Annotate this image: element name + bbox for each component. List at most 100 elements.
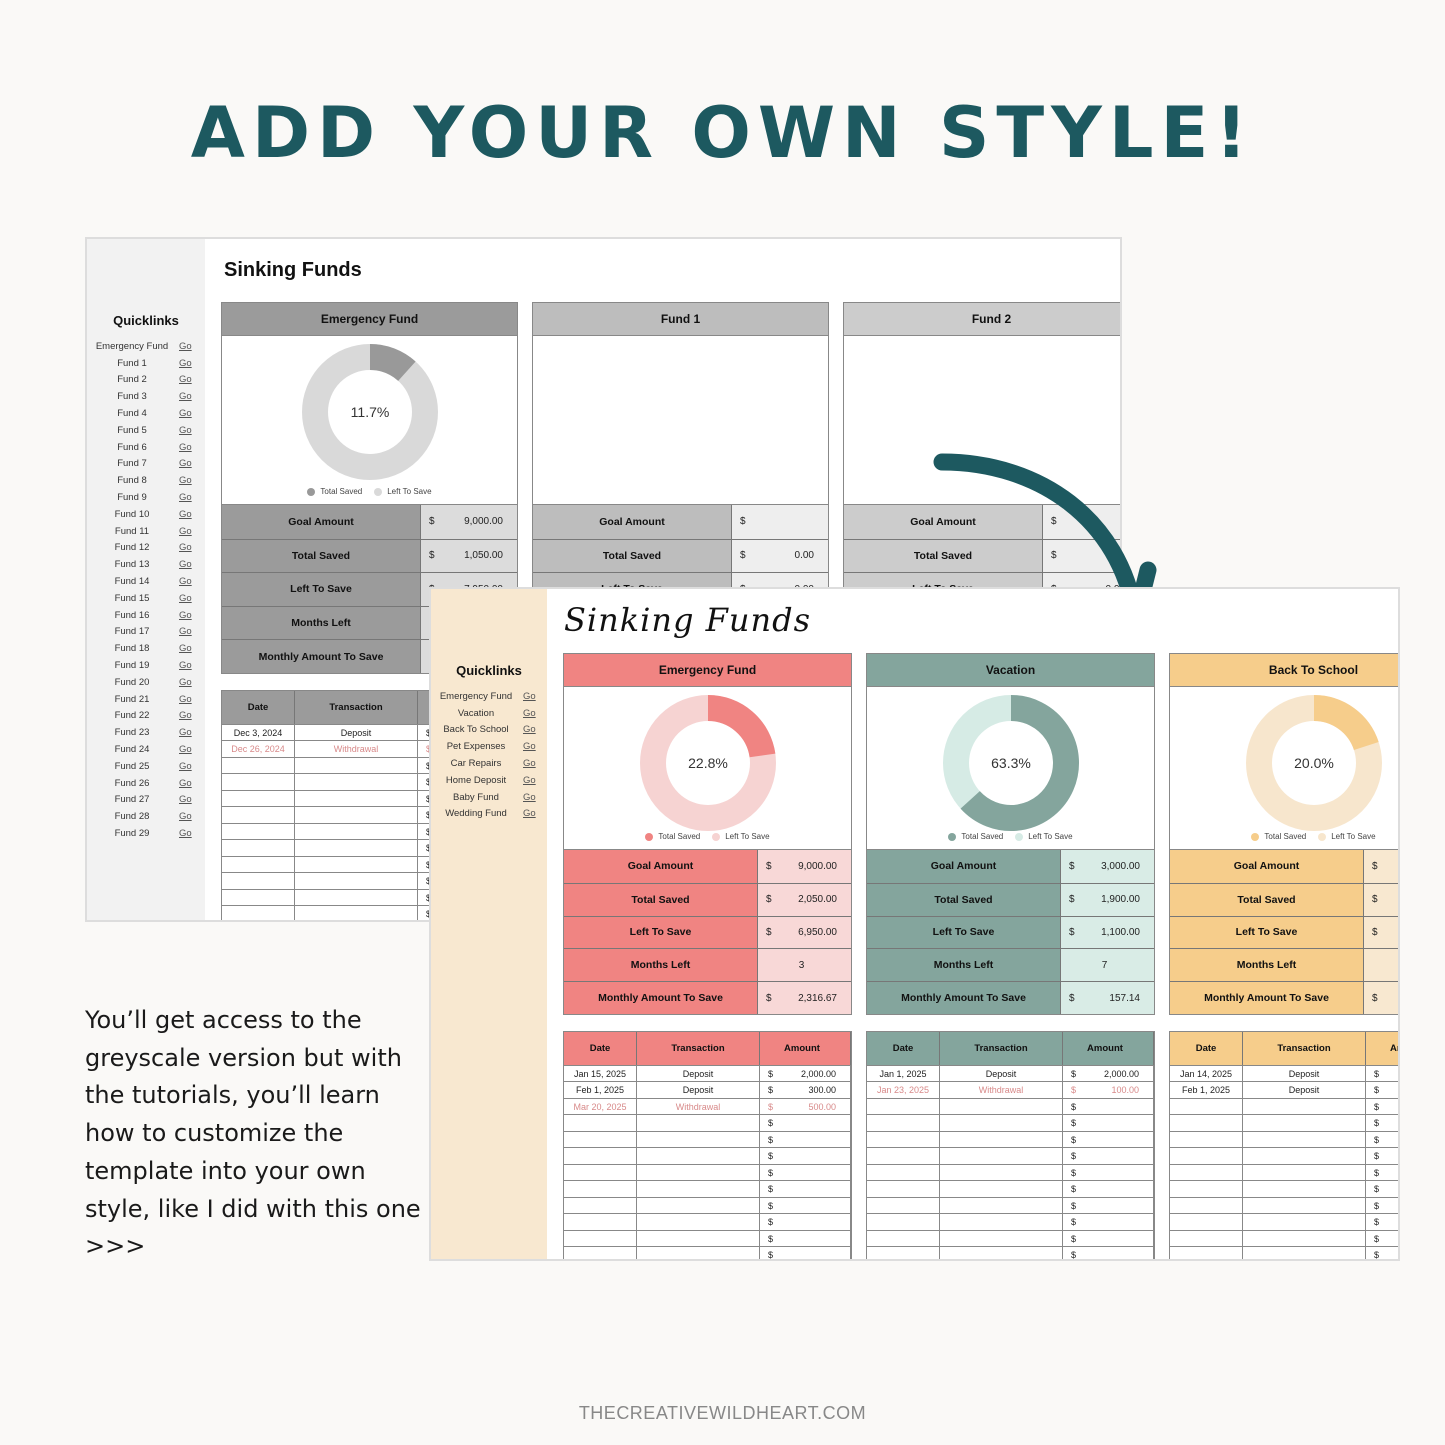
quicklink-go-link[interactable]: Go [523, 758, 536, 769]
transaction-row[interactable]: $ [1170, 1229, 1398, 1247]
quicklink-go-link[interactable]: Go [179, 660, 192, 671]
stat-label: Left To Save [1170, 916, 1364, 949]
quicklink-go-link[interactable]: Go [179, 509, 192, 520]
transaction-row[interactable]: Jan 1, 2025 Deposit $2,000.00 [867, 1064, 1154, 1082]
transaction-amount: $100.00 [1063, 1082, 1154, 1098]
quicklink-go-link[interactable]: Go [179, 542, 192, 553]
quicklink-go-link[interactable]: Go [179, 710, 192, 721]
quicklink-label: Pet Expenses [446, 741, 506, 753]
quicklink-go-link[interactable]: Go [179, 811, 192, 822]
transaction-row[interactable]: $ [1170, 1097, 1398, 1115]
transaction-row[interactable]: $ [1170, 1246, 1398, 1259]
transaction-row[interactable]: Jan 23, 2025 Withdrawal $100.00 [867, 1081, 1154, 1098]
quicklink-go-link[interactable]: Go [179, 828, 192, 839]
transaction-row[interactable]: $ [564, 1163, 851, 1181]
quicklink-go-link[interactable]: Go [523, 708, 536, 719]
quicklink-label: Back To School [443, 724, 509, 736]
quicklink-go-link[interactable]: Go [179, 610, 192, 621]
quicklink-go-link[interactable]: Go [179, 643, 192, 654]
transaction-row[interactable]: $ [867, 1213, 1154, 1230]
transaction-row[interactable]: $ [867, 1196, 1154, 1214]
transaction-row[interactable]: $ [564, 1246, 851, 1259]
quicklink-go-link[interactable]: Go [179, 374, 192, 385]
quicklink-go-link[interactable]: Go [179, 526, 192, 537]
progress-donut-chart: 22.8% [639, 695, 776, 831]
transaction-row[interactable]: $ [1170, 1196, 1398, 1214]
transaction-row[interactable]: $ [867, 1229, 1154, 1247]
quicklink-go-link[interactable]: Go [179, 593, 192, 604]
currency-symbol: $ [768, 1118, 774, 1129]
transaction-row[interactable]: Jan 15, 2025 Deposit $2,000.00 [564, 1064, 851, 1082]
currency-symbol: $ [429, 550, 435, 562]
transaction-row[interactable]: $ [1170, 1130, 1398, 1148]
transaction-row[interactable]: $ [867, 1147, 1154, 1164]
transaction-row[interactable]: $ [564, 1196, 851, 1214]
transaction-row[interactable]: $ [1170, 1180, 1398, 1197]
currency-symbol: $ [766, 894, 772, 906]
quicklink-go-link[interactable]: Go [179, 492, 192, 503]
quicklink-go-link[interactable]: Go [179, 425, 192, 436]
quicklink-go-link[interactable]: Go [179, 727, 192, 738]
quicklink-go-link[interactable]: Go [179, 408, 192, 419]
transaction-row[interactable]: $ [564, 1180, 851, 1197]
quicklink-go-link[interactable]: Go [179, 761, 192, 772]
transaction-row[interactable]: $ [1170, 1114, 1398, 1131]
transaction-row[interactable]: $ [564, 1229, 851, 1247]
quicklink-go-link[interactable]: Go [523, 775, 536, 786]
stat-label: Left To Save [564, 916, 758, 949]
stat-number: 0.00 [794, 550, 814, 562]
quicklink-go-link[interactable]: Go [179, 358, 192, 369]
transaction-row[interactable]: $ [867, 1130, 1154, 1148]
transaction-date [222, 840, 295, 856]
transaction-row[interactable]: $ [867, 1180, 1154, 1197]
quicklink-go-link[interactable]: Go [523, 691, 536, 702]
transaction-type [295, 840, 418, 856]
quicklink-go-link[interactable]: Go [179, 391, 192, 402]
quicklink-go-link[interactable]: Go [523, 724, 536, 735]
quicklink-go-link[interactable]: Go [179, 794, 192, 805]
transaction-row[interactable]: Mar 20, 2025 Withdrawal $500.00 [564, 1097, 851, 1115]
transaction-date: Dec 26, 2024 [222, 741, 295, 757]
amount-number: 300.00 [808, 1085, 836, 1096]
quicklink-go-link[interactable]: Go [179, 341, 192, 352]
transaction-row[interactable]: $ [564, 1147, 851, 1164]
quicklink-go-link[interactable]: Go [179, 778, 192, 789]
quicklink-go-link[interactable]: Go [179, 576, 192, 587]
transaction-row[interactable]: $ [867, 1246, 1154, 1259]
quicklink-go-link[interactable]: Go [179, 694, 192, 705]
transaction-row[interactable]: $ [1170, 1147, 1398, 1164]
quicklink-go-link[interactable]: Go [523, 741, 536, 752]
transaction-row[interactable]: $ [564, 1213, 851, 1230]
stat-value: $2,050.00 [758, 883, 851, 916]
transaction-row[interactable]: Feb 1, 2025 Deposit $300.00 [564, 1081, 851, 1098]
quicklink-go-link[interactable]: Go [523, 808, 536, 819]
quicklink-label: Fund 3 [117, 391, 147, 403]
transaction-row[interactable]: Jan 14, 2025 Deposit $ [1170, 1064, 1398, 1082]
transaction-row[interactable]: $ [867, 1163, 1154, 1181]
quicklink-label: Fund 17 [114, 626, 150, 638]
fund-stats-table: Goal Amount $9,000.00 Total Saved $2,050.00… [563, 849, 852, 1015]
legend-dot [645, 832, 654, 841]
stat-row: Left To Save $6,950.00 [564, 915, 851, 949]
transaction-row[interactable]: $ [564, 1130, 851, 1148]
quicklink-go-link[interactable]: Go [179, 442, 192, 453]
transaction-type [295, 807, 418, 823]
quicklink-go-link[interactable]: Go [179, 458, 192, 469]
quicklink-go-link[interactable]: Go [179, 677, 192, 688]
legend-label: Left To Save [1331, 832, 1376, 841]
quicklink-go-link[interactable]: Go [523, 792, 536, 803]
quicklink-go-link[interactable]: Go [179, 744, 192, 755]
stat-value: $ [1364, 916, 1398, 949]
currency-symbol: $ [1071, 1118, 1077, 1129]
quicklink-go-link[interactable]: Go [179, 559, 192, 570]
transaction-row[interactable]: $ [564, 1114, 851, 1131]
stat-value: $ [1364, 850, 1398, 883]
quicklink-label: Fund 18 [114, 643, 150, 655]
transaction-row[interactable]: $ [867, 1114, 1154, 1131]
transaction-row[interactable]: $ [1170, 1213, 1398, 1230]
transaction-row[interactable]: $ [1170, 1163, 1398, 1181]
transaction-row[interactable]: Feb 1, 2025 Deposit $ [1170, 1081, 1398, 1098]
quicklink-go-link[interactable]: Go [179, 626, 192, 637]
quicklink-go-link[interactable]: Go [179, 475, 192, 486]
transaction-row[interactable]: $ [867, 1097, 1154, 1115]
